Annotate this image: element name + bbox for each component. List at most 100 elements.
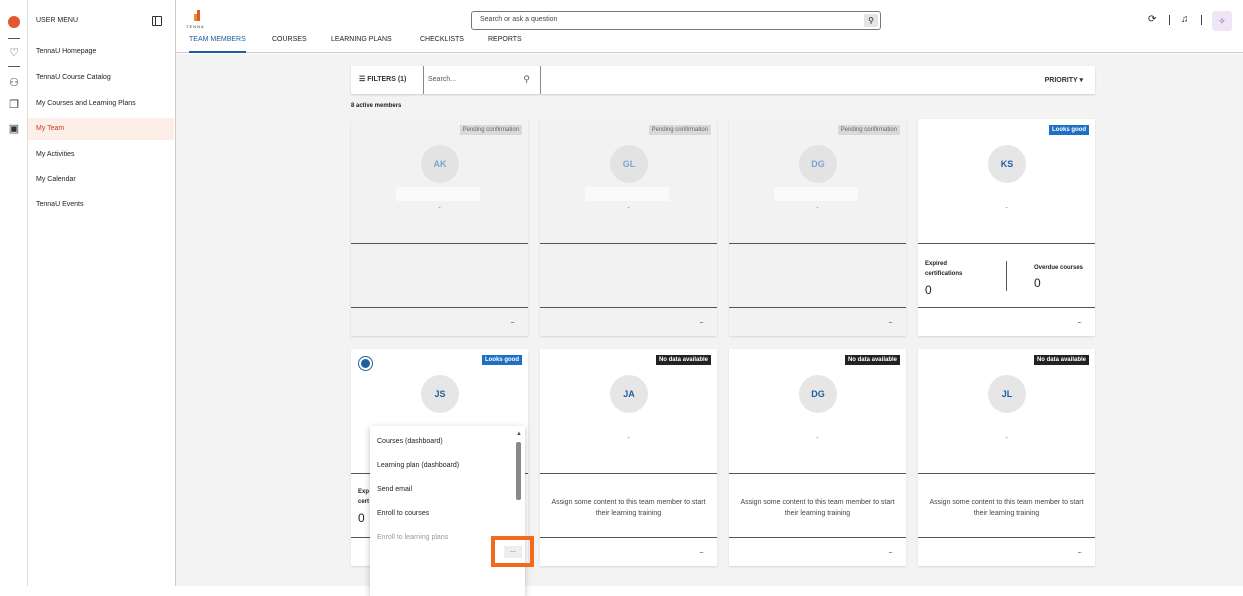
sidebar-item-my-team[interactable]: My Team (28, 118, 174, 140)
member-actions-menu: ▲ Courses (dashboard) Learning plan (das… (370, 426, 525, 596)
member-subtitle: - (627, 205, 630, 212)
avatar: KS (988, 145, 1026, 183)
tab-learning-plans[interactable]: LEARNING PLANS (331, 36, 392, 53)
refresh-icon[interactable]: ⟳ (1148, 14, 1156, 25)
main-content: ☰ FILTERS (1) Search... ⚲ PRIORITY ▾ 8 a… (176, 54, 1243, 596)
top-bar: TENNA Search or ask a question ⚲ TEAM ME… (176, 0, 1243, 53)
member-card[interactable]: Pending confirmation DG - ... (729, 119, 906, 336)
member-subtitle: - (816, 435, 819, 442)
icon-rail: ♡ ⚇ ❐ ▣ (0, 0, 28, 586)
more-options-button[interactable]: ... (699, 316, 704, 325)
tab-courses[interactable]: COURSES (272, 36, 307, 53)
more-options-button[interactable]: ... (1077, 546, 1082, 555)
menu-item-enroll-learning-plans[interactable]: Enroll to learning plans (377, 534, 448, 541)
assign-content-message: Assign some content to this team member … (929, 499, 1084, 517)
assign-content-message: Assign some content to this team member … (551, 499, 706, 517)
avatar: JA (610, 375, 648, 413)
more-options-button[interactable]: ... (510, 316, 515, 325)
menu-scrollbar[interactable] (516, 442, 521, 500)
more-options-button[interactable]: ... (888, 316, 893, 325)
name-placeholder (396, 187, 480, 201)
courses-icon[interactable]: ❐ (6, 96, 22, 112)
avatar: JL (988, 375, 1026, 413)
expired-certifications-label: Expired certifications (925, 261, 963, 277)
user-menu-title: USER MENU (36, 17, 79, 24)
overdue-courses-label: Overdue courses (1034, 265, 1084, 271)
more-options-button[interactable]: ... (699, 546, 704, 555)
divider (1169, 15, 1170, 25)
status-badge: No data available (844, 355, 900, 365)
sidebar-item-my-activities[interactable]: My Activities (28, 144, 174, 166)
status-badge: Pending confirmation (648, 125, 711, 135)
expired-certifications-value: 0 (358, 511, 365, 525)
divider (729, 537, 906, 538)
name-placeholder (585, 187, 669, 201)
filters-button[interactable]: ☰ FILTERS (1) (359, 75, 406, 83)
sidebar-item-my-courses[interactable]: My Courses and Learning Plans (28, 93, 174, 115)
tab-checklists[interactable]: CHECKLISTS (420, 36, 464, 53)
sidebar-item-homepage[interactable]: TennaU Homepage (28, 41, 174, 63)
tab-reports[interactable]: REPORTS (488, 36, 522, 53)
menu-item-send-email[interactable]: Send email (377, 486, 412, 493)
tab-team-members[interactable]: TEAM MEMBERS (189, 36, 246, 53)
search-icon[interactable]: ⚲ (864, 14, 878, 27)
member-subtitle: - (627, 435, 630, 442)
sort-priority-dropdown[interactable]: PRIORITY ▾ (1045, 76, 1083, 84)
overdue-courses-value: 0 (1034, 276, 1041, 290)
member-search-input[interactable]: Search... ⚲ (423, 66, 541, 94)
brand-logo-icon[interactable] (6, 14, 22, 30)
divider (918, 537, 1095, 538)
highlight-box: ... (491, 536, 534, 567)
divider (540, 243, 717, 244)
assign-content-message: Assign some content to this team member … (740, 499, 895, 517)
avatar: AK (421, 145, 459, 183)
divider (729, 307, 906, 308)
ai-sparkle-icon[interactable]: ✧ (1212, 11, 1232, 31)
collapse-sidebar-icon[interactable] (152, 16, 162, 26)
member-card[interactable]: No data available JL - Assign some conte… (918, 349, 1095, 566)
team-icon[interactable]: ⚇ (6, 74, 22, 90)
scroll-up-icon[interactable]: ▲ (516, 431, 522, 437)
member-count: 8 active members (351, 103, 402, 109)
avatar: DG (799, 145, 837, 183)
more-options-button[interactable]: ... (1077, 316, 1082, 325)
user-menu: USER MENU TennaU Homepage TennaU Course … (28, 0, 176, 586)
status-badge: No data available (655, 355, 711, 365)
rail-divider (8, 38, 20, 39)
member-card[interactable]: Pending confirmation GL - ... (540, 119, 717, 336)
brand-logo[interactable]: TENNA (186, 10, 216, 32)
member-card[interactable]: No data available JA - Assign some conte… (540, 349, 717, 566)
top-right-actions: ⟳ ♫ ✧ (1143, 11, 1243, 31)
member-subtitle: - (1005, 435, 1008, 442)
search-icon[interactable]: ⚲ (523, 74, 530, 85)
divider (1201, 15, 1202, 25)
heart-icon[interactable]: ♡ (6, 44, 22, 60)
more-options-button[interactable]: ... (504, 546, 522, 558)
divider (918, 473, 1095, 474)
search-placeholder: Search or ask a question (480, 16, 558, 23)
divider (540, 473, 717, 474)
member-card[interactable]: No data available DG - Assign some conte… (729, 349, 906, 566)
selected-check-icon[interactable] (358, 356, 373, 371)
brand-name: TENNA (186, 24, 205, 29)
sidebar-item-course-catalog[interactable]: TennaU Course Catalog (28, 67, 174, 89)
member-card[interactable]: Pending confirmation AK - ... (351, 119, 528, 336)
status-badge: Pending confirmation (837, 125, 900, 135)
bell-icon[interactable]: ♫ (1181, 14, 1189, 25)
name-placeholder (774, 187, 858, 201)
reports-icon[interactable]: ▣ (6, 120, 22, 136)
status-badge: Pending confirmation (459, 125, 522, 135)
menu-item-learning-plan-dashboard[interactable]: Learning plan (dashboard) (377, 462, 459, 469)
menu-item-enroll-courses[interactable]: Enroll to courses (377, 510, 429, 517)
more-options-button[interactable]: ... (888, 546, 893, 555)
menu-item-courses-dashboard[interactable]: Courses (dashboard) (377, 438, 443, 445)
rail-divider (8, 66, 20, 67)
divider (918, 307, 1095, 308)
divider (729, 473, 906, 474)
global-search-input[interactable]: Search or ask a question ⚲ (471, 11, 881, 30)
member-card[interactable]: Looks good KS - Expired certifications 0… (918, 119, 1095, 336)
member-subtitle: - (816, 205, 819, 212)
sidebar-item-my-calendar[interactable]: My Calendar (28, 169, 174, 191)
sidebar-item-events[interactable]: TennaU Events (28, 194, 174, 216)
divider (351, 243, 528, 244)
